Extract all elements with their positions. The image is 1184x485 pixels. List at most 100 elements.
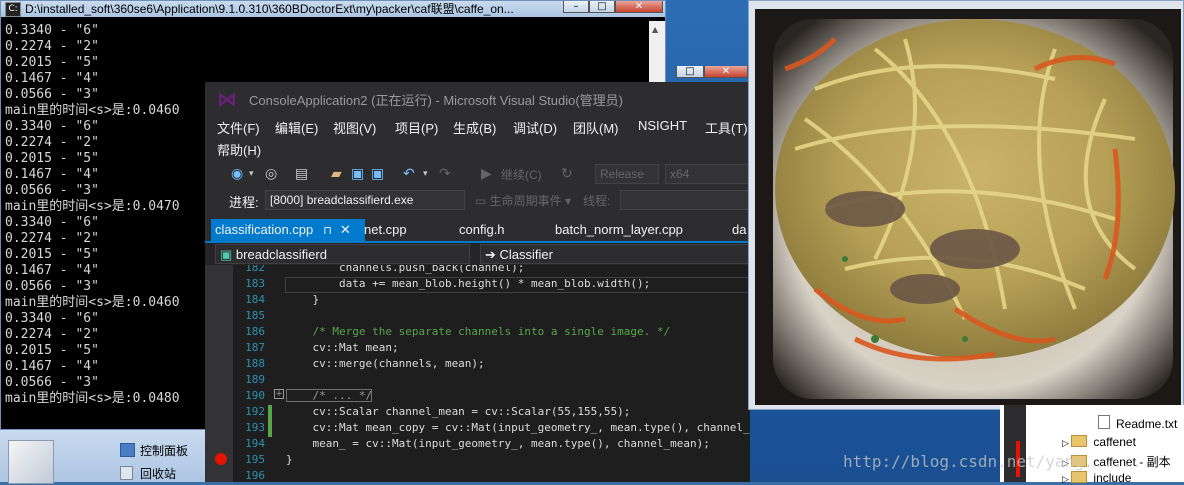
menu-item[interactable]: 项目(P) xyxy=(395,118,438,137)
scope-dropdown[interactable]: ➔ Classifier xyxy=(480,244,750,264)
desktop-shortcut-area: 控制面板 回收站 xyxy=(0,430,205,484)
vs-debug-location-toolbar: 进程: [8000] breadclassifierd.exe ▭ 生命周期事件… xyxy=(205,188,750,212)
save-all-icon[interactable]: ▣ xyxy=(371,164,384,184)
document-tab[interactable]: classification.cpp ⊓ ✕ xyxy=(211,219,365,241)
menu-item[interactable]: 团队(M) xyxy=(573,118,619,137)
code-editor[interactable]: + 182 channels.push_back(channel); 183 da… xyxy=(205,265,750,482)
code-line[interactable]: } xyxy=(286,293,319,306)
new-project-icon[interactable]: ▤ xyxy=(295,164,308,184)
menu-item[interactable]: NSIGHT xyxy=(638,118,687,133)
chevron-down-icon[interactable]: ▾ xyxy=(423,164,428,184)
process-value: [8000] breadclassifierd.exe xyxy=(270,193,414,207)
pin-icon[interactable]: ⊓ xyxy=(323,225,332,237)
explorer-item[interactable]: Readme.txt xyxy=(1098,415,1177,431)
code-line[interactable]: channels.push_back(channel); xyxy=(286,265,524,274)
save-icon[interactable]: ▣ xyxy=(351,164,364,184)
document-tab[interactable]: net.cpp xyxy=(360,219,411,241)
explorer-item[interactable]: ▷ include xyxy=(1062,471,1131,485)
project-icon: ▣ xyxy=(220,247,236,262)
scroll-up-icon[interactable]: ▲ xyxy=(652,25,658,34)
line-number: 196 xyxy=(245,469,265,482)
expand-arrow-icon[interactable]: ▷ xyxy=(1062,474,1071,484)
code-line[interactable]: /* Merge the separate channels into a si… xyxy=(286,325,670,338)
console-line: main里的时间<s>是:0.0470 xyxy=(5,199,180,214)
vs-standard-toolbar: ◉ ▾ ◎ ▤ ▰ ▣ ▣ ↶ ▾ ↷ ▶ 继续(C) ↻ Release x6… xyxy=(205,162,750,186)
tab-label: config.h xyxy=(459,222,505,237)
line-number: 182 xyxy=(245,265,265,274)
line-number: 189 xyxy=(245,373,265,386)
console-line: main里的时间<s>是:0.0480 xyxy=(5,391,180,406)
menu-item[interactable]: 文件(F) xyxy=(217,118,260,137)
console-line: 0.1467 - "4" xyxy=(5,263,99,278)
thread-label: 线程: xyxy=(583,194,611,208)
menu-item[interactable]: 生成(B) xyxy=(453,118,496,137)
menu-item[interactable]: 帮助(H) xyxy=(217,140,261,159)
line-number: 185 xyxy=(245,309,265,322)
line-number: 193 xyxy=(245,421,265,434)
code-line[interactable]: data += mean_blob.height() * mean_blob.w… xyxy=(286,277,650,290)
code-line[interactable]: cv::Mat mean; xyxy=(286,341,398,354)
line-number: 186 xyxy=(245,325,265,338)
minimize-icon[interactable]: – xyxy=(563,1,589,13)
code-line[interactable]: /* ... */ xyxy=(286,389,373,402)
maximize-icon[interactable]: □ xyxy=(676,66,704,78)
chevron-down-icon[interactable]: ▾ xyxy=(249,164,254,184)
menu-item[interactable]: 视图(V) xyxy=(333,118,376,137)
project-dropdown[interactable]: ▣ breadclassifierd xyxy=(215,244,470,264)
configuration-value: Release xyxy=(600,167,645,181)
expand-region-icon[interactable]: + xyxy=(274,389,284,399)
control-panel-label: 控制面板 xyxy=(140,444,189,458)
line-number: 190 xyxy=(245,389,265,402)
tab-label: da xyxy=(732,222,747,237)
console-line: 0.3340 - "6" xyxy=(5,23,99,38)
console-line: 0.1467 - "4" xyxy=(5,359,99,374)
tab-label: net.cpp xyxy=(364,222,407,237)
line-number: 195 xyxy=(245,453,265,466)
close-tab-icon[interactable]: ✕ xyxy=(340,222,351,237)
redo-icon[interactable]: ↷ xyxy=(439,164,451,184)
document-tab[interactable]: config.h xyxy=(455,219,509,241)
open-file-icon[interactable]: ▰ xyxy=(331,164,342,184)
menu-item[interactable]: 调试(D) xyxy=(513,118,557,137)
breakpoint-icon[interactable] xyxy=(215,453,227,465)
explorer-item[interactable]: ▷ caffenet xyxy=(1062,435,1136,449)
console-line: 0.0566 - "3" xyxy=(5,375,99,390)
recycle-bin-shortcut[interactable]: 回收站 xyxy=(120,465,176,482)
console-line: 0.3340 - "6" xyxy=(5,215,99,230)
code-line[interactable]: cv::Scalar channel_mean = cv::Scalar(55,… xyxy=(286,405,630,418)
code-line[interactable]: cv::merge(channels, mean); xyxy=(286,357,484,370)
code-line[interactable]: } xyxy=(286,453,293,466)
continue-button[interactable]: 继续(C) xyxy=(501,166,542,183)
project-value: breadclassifierd xyxy=(235,247,327,262)
close-icon[interactable]: ✕ xyxy=(615,1,663,13)
editor-gutter[interactable] xyxy=(205,265,233,482)
document-tab[interactable]: batch_norm_layer.cpp xyxy=(551,219,687,241)
thread-dropdown[interactable] xyxy=(620,190,750,210)
configuration-dropdown[interactable]: Release xyxy=(595,164,659,184)
folder-preview-icon[interactable] xyxy=(8,440,54,484)
vs-titlebar: ⋈ ConsoleApplication2 (正在运行) - Microsoft… xyxy=(205,82,750,114)
menu-item[interactable]: 编辑(E) xyxy=(275,118,318,137)
code-line[interactable]: cv::Mat mean_copy = cv::Mat(input_geomet… xyxy=(286,421,750,434)
undo-icon[interactable]: ↶ xyxy=(403,164,415,184)
process-dropdown[interactable]: [8000] breadclassifierd.exe xyxy=(265,190,465,210)
console-line: main里的时间<s>是:0.0460 xyxy=(5,103,180,118)
explorer-item-label: include xyxy=(1093,471,1132,485)
navigation-bar: ▣ breadclassifierd ➔ Classifier xyxy=(205,243,750,265)
console-line: 0.2274 - "2" xyxy=(5,135,99,150)
control-panel-shortcut[interactable]: 控制面板 xyxy=(120,442,188,459)
menu-item[interactable]: 工具(T) xyxy=(705,118,748,137)
console-line: main里的时间<s>是:0.0460 xyxy=(5,295,180,310)
maximize-icon[interactable]: □ xyxy=(589,1,615,13)
watermark: http://blog.csdn.net/yang...... xyxy=(843,452,1142,471)
platform-dropdown[interactable]: x64 xyxy=(665,164,750,184)
play-icon[interactable]: ▶ xyxy=(481,164,492,184)
process-label: 进程: xyxy=(229,195,259,210)
expand-arrow-icon[interactable]: ▷ xyxy=(1062,438,1071,448)
lifecycle-events-button[interactable]: ▭ 生命周期事件 ▾ xyxy=(475,192,571,209)
forward-icon[interactable]: ◎ xyxy=(265,164,277,184)
back-icon[interactable]: ◉ xyxy=(231,164,243,184)
code-line[interactable]: mean_ = cv::Mat(input_geometry_, mean.ty… xyxy=(286,437,709,450)
restart-icon[interactable]: ↻ xyxy=(561,164,573,184)
close-icon[interactable]: ✕ xyxy=(704,66,748,78)
